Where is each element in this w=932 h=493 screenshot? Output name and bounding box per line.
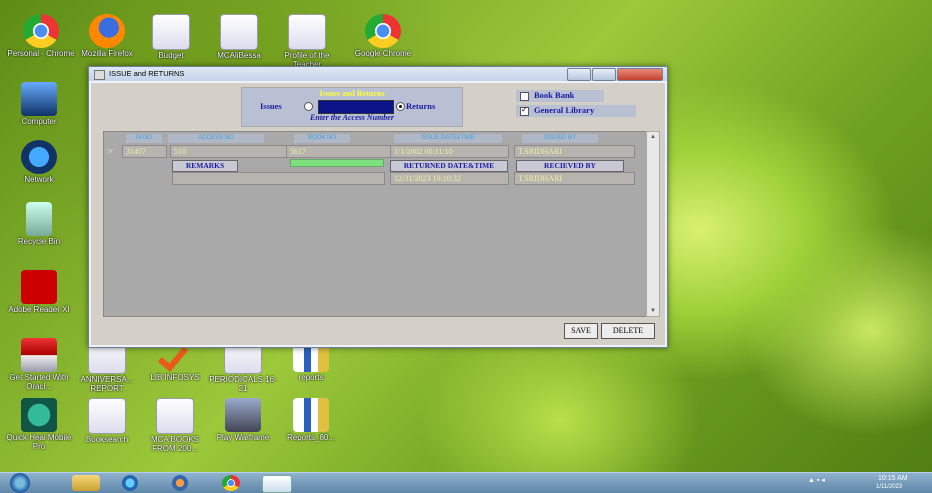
desktop-icon-mcalibessa[interactable]: MCAliBessa [204,14,274,60]
close-button[interactable] [617,68,663,81]
document-icon [88,398,126,434]
returned-datetime-label: RETURNED DATE&TIME [390,160,508,172]
document-icon [220,14,258,50]
chrome-icon [365,14,401,48]
received-by-field[interactable]: T.SRIDHARI [514,172,635,185]
returned-datetime-field[interactable]: 12/31/2023 10:10:32 [390,172,509,185]
issues-label: Issues [260,101,282,111]
minimize-button[interactable] [567,68,591,81]
general-library-checkbox[interactable] [520,105,529,116]
book-icon [293,398,329,432]
desktop-icon-budget[interactable]: Budget [136,14,206,60]
desktop-icon-network[interactable]: Network [4,140,74,184]
desktop-icon-booksearch[interactable]: Booksearch [72,398,142,444]
recycle-bin-icon [26,202,52,236]
desktop-icon-mca-books[interactable]: MCA BOOKS FROM 200... [140,398,210,453]
general-library-option[interactable]: General Library [516,105,636,117]
tray-time[interactable]: 10:15 AM [878,475,908,482]
header-m-no: M.NO [126,134,162,143]
grid-vertical-scrollbar[interactable]: ▲ ▼ [646,131,660,317]
document-icon [288,14,326,50]
firefox-icon [89,14,125,48]
scroll-up-icon[interactable]: ▲ [647,132,659,142]
globe-icon [21,398,57,432]
header-book-no: BOOK NO [294,134,350,143]
issues-radio[interactable] [304,102,313,111]
issue-returns-window: ISSUE and RETURNS Issues and Returns Iss… [88,66,668,348]
mode-group-title: Issues and Returns [319,89,385,98]
database-icon [21,338,57,372]
desktop-icon-personal-chrome[interactable]: Personal - Chrome [6,14,76,58]
book-bank-checkbox[interactable] [520,92,529,101]
cell-issued-by[interactable]: T.SRIDHARI [514,145,635,158]
app-icon [94,70,105,80]
desktop-icon-adobe-reader[interactable]: Adobe Reader XI [4,270,74,314]
desktop-icon-reports-80[interactable]: Reports_80... [276,398,346,442]
taskbar-explorer-icon[interactable] [72,475,100,491]
header-issue-datetime: ISSUE DATE&TIME [394,134,502,143]
pdf-icon [21,270,57,304]
remarks-field[interactable] [172,172,385,185]
scroll-down-icon[interactable]: ▼ [647,306,659,316]
cell-m-no[interactable]: 31457 [122,145,167,158]
access-number-input[interactable] [318,100,394,114]
chrome-icon [23,14,59,48]
desktop-icon-recycle-bin[interactable]: Recycle Bin [4,202,74,246]
computer-icon [21,82,57,116]
header-access-no: ACCESS NO [168,134,264,143]
tray-date[interactable]: 1/11/2023 [876,484,902,490]
maximize-button[interactable] [592,68,616,81]
desktop-icon-oracle[interactable]: Get Started With Oracl... [4,338,74,391]
desktop-icon-warframe[interactable]: Play Warframe [208,398,278,442]
window-titlebar[interactable]: ISSUE and RETURNS [89,67,667,81]
general-library-label: General Library [534,105,595,115]
issue-return-grid: M.NO ACCESS NO BOOK NO ISSUE DATE&TIME I… [103,131,648,317]
desktop-icon-google-chrome[interactable]: Google Chrome [348,14,418,58]
returns-label: Returns [406,101,436,111]
network-icon [21,140,57,174]
book-bank-option[interactable]: Book Bank [516,90,604,102]
window-title: ISSUE and RETURNS [109,69,185,78]
remarks-label: REMARKS [172,160,238,172]
status-indicator [290,159,384,167]
row-pointer-icon: ☞ [106,146,115,156]
desktop-icon-firefox[interactable]: Mozilla Firefox [72,14,142,58]
taskbar-chrome-icon[interactable] [222,475,240,491]
cell-issue-datetime[interactable]: 1/1/2002 00:11:10 [390,145,509,158]
start-button[interactable] [10,473,30,493]
desktop-icon-quick-heal[interactable]: Quick Heal Mobile Pro [4,398,74,451]
taskbar-lib-infosys-icon[interactable] [262,475,292,493]
game-icon [225,398,261,432]
received-by-label: RECIEVED BY [516,160,624,172]
taskbar-ie-icon[interactable] [122,475,138,491]
cell-book-no[interactable]: 5617 [286,145,391,158]
save-button[interactable]: SAVE [564,323,598,339]
access-number-prompt: Enter the Access Number [310,113,394,122]
issue-return-mode-group: Issues and Returns Issues Returns Enter … [241,87,463,127]
desktop-icon-profile-teacher[interactable]: Profile of the Teacher [272,14,342,69]
returns-radio[interactable] [396,102,405,111]
document-icon [156,398,194,434]
desktop-icon-computer[interactable]: Computer [4,82,74,126]
window-client-area: Issues and Returns Issues Returns Enter … [91,83,665,345]
taskbar-media-icon[interactable] [172,475,188,491]
tray-icons[interactable]: ▲ ▪ ◂ [808,476,825,484]
delete-button[interactable]: DELETE [601,323,655,339]
book-bank-label: Book Bank [534,90,575,100]
cell-access-no[interactable]: 510 [170,145,287,158]
taskbar: ▲ ▪ ◂ 10:15 AM 1/11/2023 [0,472,932,493]
document-icon [152,14,190,50]
header-issued-by: ISSUED BY [522,134,598,143]
